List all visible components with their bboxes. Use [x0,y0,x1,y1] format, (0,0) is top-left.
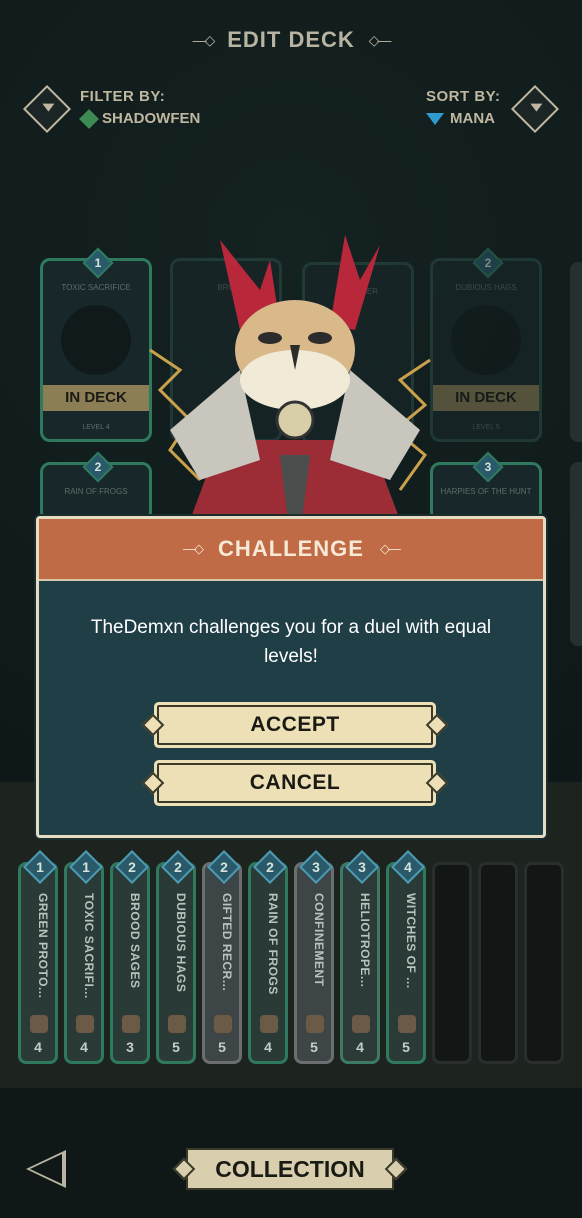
card-thumbnail-icon [30,1015,48,1033]
dialog-title: CHALLENGE [218,536,364,561]
mana-cost-badge: 4 [391,850,425,884]
deck-card-name: TOXIC SACRIFI... [82,893,96,999]
mana-cost-badge: 2 [253,850,287,884]
deck-card-level: 3 [126,1039,134,1055]
card-art [61,305,131,375]
sort-value-text: MANA [450,110,495,127]
mana-cost-badge: 3 [345,850,379,884]
card-thumbnail-icon [122,1015,140,1033]
right-ornament-icon: ◇— [379,541,401,556]
cancel-label: CANCEL [249,771,341,794]
left-ornament-icon: —◇ [192,31,215,48]
deck-card-slot[interactable]: 3 HELIOTROPE... 4 [340,850,380,1064]
chevron-down-icon [530,103,543,112]
mana-gem-icon [426,112,444,125]
deck-card-name: GIFTED RECR... [220,893,234,992]
header: —◇ EDIT DECK ◇— [0,22,582,58]
deck-card-name: CONFINEMENT [312,893,326,987]
deck-card-name: RAIN OF FROGS [266,893,280,995]
owl-character-illustration [149,235,431,520]
card-thumbnail-icon [352,1015,370,1033]
card-thumbnail-icon [260,1015,278,1033]
deck-card-slot[interactable]: 2 BROOD SAGES 3 [110,850,150,1064]
deck-card-level: 5 [310,1039,318,1055]
chevron-down-icon [42,103,55,112]
deck-card-slot[interactable]: 2 GIFTED RECR... 5 [202,850,242,1064]
deck-card-slot[interactable]: 1 GREEN PROTO... 4 [18,850,58,1064]
card-art [451,305,521,375]
back-arrow-icon[interactable] [26,1150,66,1188]
deck-card-slot[interactable]: 4 WITCHES OF ... 5 [386,850,426,1064]
card-thumbnail-icon [398,1015,416,1033]
accept-button[interactable]: ACCEPT [141,705,449,745]
deck-card-slot[interactable]: 2 DUBIOUS HAGS 5 [156,850,196,1064]
dialog-header: —◇ CHALLENGE ◇— [39,519,543,581]
shadowfen-gem-icon [79,108,99,129]
deck-card-level: 4 [80,1039,88,1055]
filter-value[interactable]: SHADOWFEN [79,108,201,129]
deck-slots: 1 GREEN PROTO... 4 1 TOXIC SACRIFI... 4 … [10,846,576,1080]
deck-card-level: 5 [218,1039,226,1055]
dialog-message: TheDemxn challenges you for a duel with … [90,617,492,667]
filter-label: FILTER BY: [80,88,166,105]
challenge-dialog: —◇ CHALLENGE ◇— TheDemxn challenges you … [36,516,546,838]
empty-deck-slot[interactable] [432,862,472,1064]
deck-card-slot[interactable]: 1 TOXIC SACRIFI... 4 [64,850,104,1064]
button-cap-icon [425,771,449,795]
deck-card-name: HELIOTROPE... [358,893,372,988]
card-thumbnail-icon [306,1015,324,1033]
filter-value-text: SHADOWFEN [102,110,201,127]
deck-card-level: 5 [172,1039,180,1055]
side-tab[interactable] [570,462,582,646]
card-thumbnail-icon [76,1015,94,1033]
collection-label: COLLECTION [215,1156,365,1182]
button-cap-icon [141,713,165,737]
page-title: EDIT DECK [227,27,355,52]
deck-card-name: DUBIOUS HAGS [174,893,188,993]
mana-cost-badge: 1 [23,850,57,884]
deck-card-name: WITCHES OF ... [404,893,418,989]
filter-dropdown-button[interactable] [22,84,72,134]
sort-dropdown-button[interactable] [510,84,560,134]
empty-deck-slot[interactable] [478,862,518,1064]
deck-card-slot[interactable]: 2 RAIN OF FROGS 4 [248,850,288,1064]
mana-cost-badge: 1 [69,850,103,884]
deck-card-level: 5 [402,1039,410,1055]
deck-card-name: BROOD SAGES [128,893,142,989]
card-thumbnail-icon [168,1015,186,1033]
deck-card-level: 4 [264,1039,272,1055]
mana-cost-badge: 3 [299,850,333,884]
deck-card-level: 4 [34,1039,42,1055]
empty-deck-slot[interactable] [524,862,564,1064]
sort-label: SORT BY: [426,88,501,105]
deck-card-level: 4 [356,1039,364,1055]
mana-cost-badge: 2 [115,850,149,884]
cancel-button[interactable]: CANCEL [141,763,449,803]
sort-value[interactable]: MANA [426,110,495,127]
button-cap-icon [425,713,449,737]
filter-sort-row: FILTER BY: SHADOWFEN SORT BY: MANA [0,84,582,134]
accept-label: ACCEPT [250,713,340,736]
mana-cost-badge: 2 [161,850,195,884]
side-tab[interactable] [570,262,582,442]
button-cap-icon [141,771,165,795]
left-ornament-icon: —◇ [183,541,204,556]
collection-button[interactable]: COLLECTION [172,1148,408,1190]
deck-card-name: GREEN PROTO... [36,893,50,999]
deck-card-slot[interactable]: 3 CONFINEMENT 5 [294,850,334,1064]
mana-cost-badge: 2 [207,850,241,884]
right-ornament-icon: ◇— [368,31,392,48]
card-thumbnail-icon [214,1015,232,1033]
